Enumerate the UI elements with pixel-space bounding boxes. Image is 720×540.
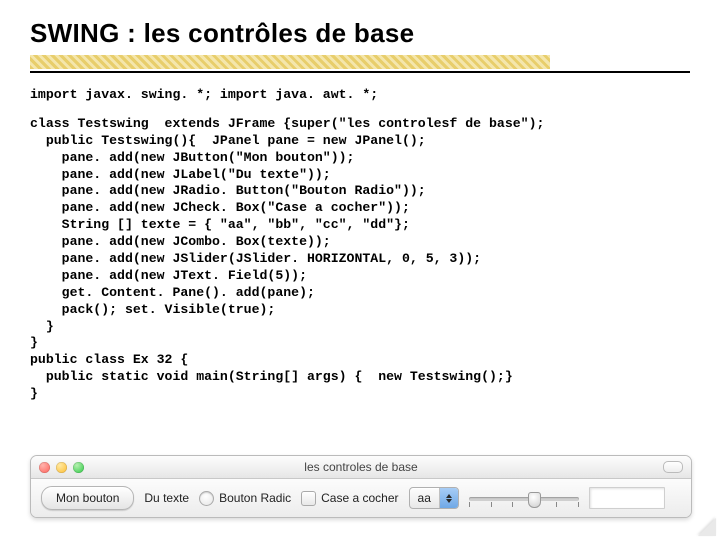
checkbox[interactable]: Case a cocher	[301, 491, 398, 506]
code-body: class Testswing extends JFrame {super("l…	[30, 116, 690, 403]
slide-title: SWING : les contrôles de base	[30, 18, 690, 49]
static-label: Du texte	[144, 491, 189, 505]
slider[interactable]	[469, 488, 579, 508]
close-icon[interactable]	[39, 462, 50, 473]
slider-track	[469, 497, 579, 501]
code-imports: import javax. swing. *; import java. awt…	[30, 87, 690, 104]
window-titlebar: les controles de base	[31, 456, 691, 479]
zoom-icon[interactable]	[73, 462, 84, 473]
title-rule	[30, 71, 690, 73]
traffic-lights	[39, 462, 84, 473]
toolbar-toggle-icon[interactable]	[663, 461, 683, 473]
slider-ticks	[469, 502, 579, 507]
combobox-stepper-icon	[439, 488, 458, 508]
window-content: Mon bouton Du texte Bouton Radic Case a …	[31, 479, 691, 517]
page-curl-icon	[698, 518, 716, 536]
code-block: import javax. swing. *; import java. awt…	[30, 87, 690, 403]
window-title: les controles de base	[31, 460, 691, 474]
checkbox-label: Case a cocher	[321, 491, 398, 505]
radio-label: Bouton Radic	[219, 491, 291, 505]
text-field[interactable]	[589, 487, 665, 509]
button-label: Mon bouton	[56, 491, 119, 505]
radio-icon	[199, 491, 214, 506]
checkbox-icon	[301, 491, 316, 506]
preview-window: les controles de base Mon bouton Du text…	[30, 455, 692, 518]
mon-bouton-button[interactable]: Mon bouton	[41, 486, 134, 510]
slider-thumb[interactable]	[528, 492, 541, 508]
radio-button[interactable]: Bouton Radic	[199, 491, 291, 506]
title-highlight	[30, 55, 550, 69]
combobox[interactable]: aa	[409, 487, 459, 509]
minimize-icon[interactable]	[56, 462, 67, 473]
combobox-value: aa	[410, 491, 439, 505]
slide: SWING : les contrôles de base import jav…	[0, 0, 720, 540]
